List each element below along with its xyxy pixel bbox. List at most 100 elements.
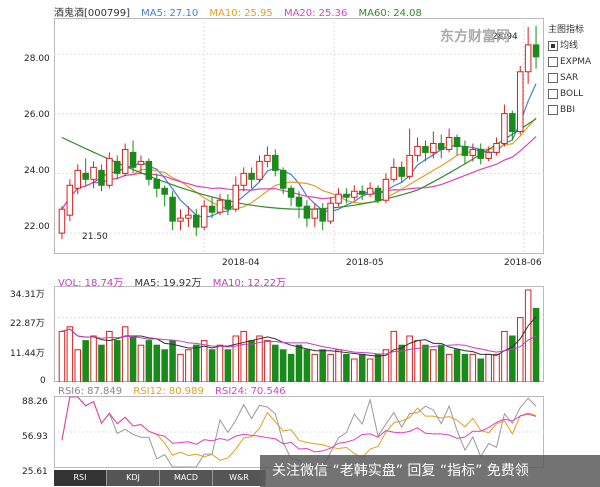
candle-body: [193, 214, 200, 228]
volume-bar: [169, 340, 176, 382]
candle-body: [185, 214, 192, 219]
candle-body: [445, 136, 453, 150]
candle-body: [129, 151, 137, 168]
checkbox-icon[interactable]: [548, 72, 558, 83]
candlestick-chart[interactable]: [54, 18, 544, 254]
candle-body: [256, 160, 263, 180]
candle-body: [279, 169, 287, 189]
candle-body: [208, 205, 216, 213]
indicator-boll[interactable]: BOLL: [546, 86, 600, 102]
ma10-label: MA10: 25.95: [209, 8, 273, 19]
volume-bar: [295, 344, 303, 382]
volume-panel[interactable]: [54, 286, 544, 382]
tab-macd[interactable]: MACD: [160, 470, 213, 486]
indicator-menu: 主图指标 均线 EXPMA SAR BOLL BBI: [546, 22, 600, 118]
volume-bar: [509, 335, 516, 382]
volume-bar: [437, 344, 445, 382]
candle-body: [66, 184, 74, 216]
candle-body: [303, 205, 311, 219]
vol-ma10-label: MA10: 12.22万: [212, 278, 287, 289]
checkbox-icon[interactable]: [548, 104, 558, 115]
date-label-may: 2018-05: [346, 258, 384, 268]
candle-body: [374, 187, 382, 201]
tab-kdj[interactable]: KDJ: [107, 470, 160, 486]
ma60-label: MA60: 24.08: [358, 8, 422, 19]
volume-chart[interactable]: [54, 286, 544, 382]
indicator-ma[interactable]: 均线: [546, 38, 600, 54]
date-label-jun: 2018-06: [504, 258, 542, 268]
volume-bar: [430, 349, 437, 382]
candle-body: [224, 199, 232, 210]
volume-bar: [248, 340, 255, 382]
candle-body: [406, 154, 413, 177]
volume-bar: [477, 358, 485, 382]
candle-body: [295, 196, 303, 207]
price-legend: 酒鬼酒[000799] MA5: 27.10 MA10: 25.95 MA20:…: [54, 4, 430, 19]
candle-body: [177, 217, 184, 222]
candle-body: [121, 148, 129, 174]
candle-body: [501, 113, 508, 144]
volume-bar: [161, 349, 168, 382]
volume-bar: [501, 330, 508, 382]
volume-bar: [343, 353, 350, 382]
candle-body: [430, 142, 437, 153]
volume-bar: [422, 344, 429, 382]
indicator-label: EXPMA: [560, 57, 592, 67]
indicator-menu-title: 主图指标: [548, 25, 585, 35]
watermark-banner: 关注微信 “老韩实盘” 回复 “指标” 免费领: [260, 455, 600, 487]
volume-bar: [524, 289, 532, 382]
candle-body: [437, 142, 445, 150]
candle-body: [74, 169, 82, 189]
volume-bar: [382, 349, 390, 382]
rsi-tick-2: 25.61: [22, 467, 48, 477]
vol-label: VOL: 18.74万: [58, 278, 124, 289]
candle-body: [264, 154, 271, 162]
candle-body: [153, 178, 161, 189]
volume-bar: [303, 349, 311, 382]
indicator-label: BBI: [560, 105, 576, 115]
volume-bar: [461, 353, 469, 382]
candle-body: [532, 44, 540, 58]
indicator-label: BOLL: [560, 89, 584, 99]
volume-bar: [82, 340, 89, 382]
candle-body: [240, 172, 247, 186]
candle-body: [493, 142, 500, 153]
volume-bar: [264, 340, 271, 382]
checkbox-icon[interactable]: [548, 56, 558, 67]
price-panel[interactable]: [54, 18, 544, 254]
indicator-sar[interactable]: SAR: [546, 70, 600, 86]
tab-rsi[interactable]: RSI: [54, 470, 107, 486]
candle-body: [422, 145, 429, 153]
vol-tick-0: 34.31万: [10, 290, 45, 300]
volume-bar: [287, 353, 295, 382]
volume-bar: [469, 353, 477, 382]
tab-wr[interactable]: W&R: [213, 470, 266, 486]
rsi6-label: RSI6: 87.849: [58, 386, 123, 397]
stock-name: 酒鬼酒[000799]: [54, 8, 130, 19]
volume-bar: [493, 353, 500, 382]
volume-bar: [351, 358, 358, 382]
candle-body: [272, 154, 279, 171]
candle-body: [311, 208, 319, 219]
price-tick-22: 22.00: [24, 222, 50, 232]
volume-bar: [216, 344, 224, 382]
volume-bar: [358, 353, 366, 382]
rsi24-line: [61, 396, 537, 453]
volume-bar: [374, 353, 382, 382]
checkbox-icon[interactable]: [548, 88, 558, 99]
indicator-label: 均线: [560, 41, 579, 51]
indicator-expma[interactable]: EXPMA: [546, 54, 600, 70]
vol-tick-1: 22.87万: [10, 319, 45, 329]
checkbox-icon[interactable]: [548, 40, 558, 51]
candle-body: [461, 145, 469, 156]
candle-body: [343, 193, 350, 198]
ma20-label: MA20: 25.36: [283, 8, 348, 19]
candle-body: [469, 148, 477, 156]
candle-body: [382, 178, 390, 201]
candle-body: [58, 208, 66, 234]
volume-bar: [90, 335, 97, 382]
rsi-legend: RSI6: 87.849 RSI12: 80.989 RSI24: 70.546: [58, 386, 294, 400]
indicator-bbi[interactable]: BBI: [546, 102, 600, 118]
candle-body: [82, 172, 89, 180]
volume-bar: [414, 340, 421, 382]
